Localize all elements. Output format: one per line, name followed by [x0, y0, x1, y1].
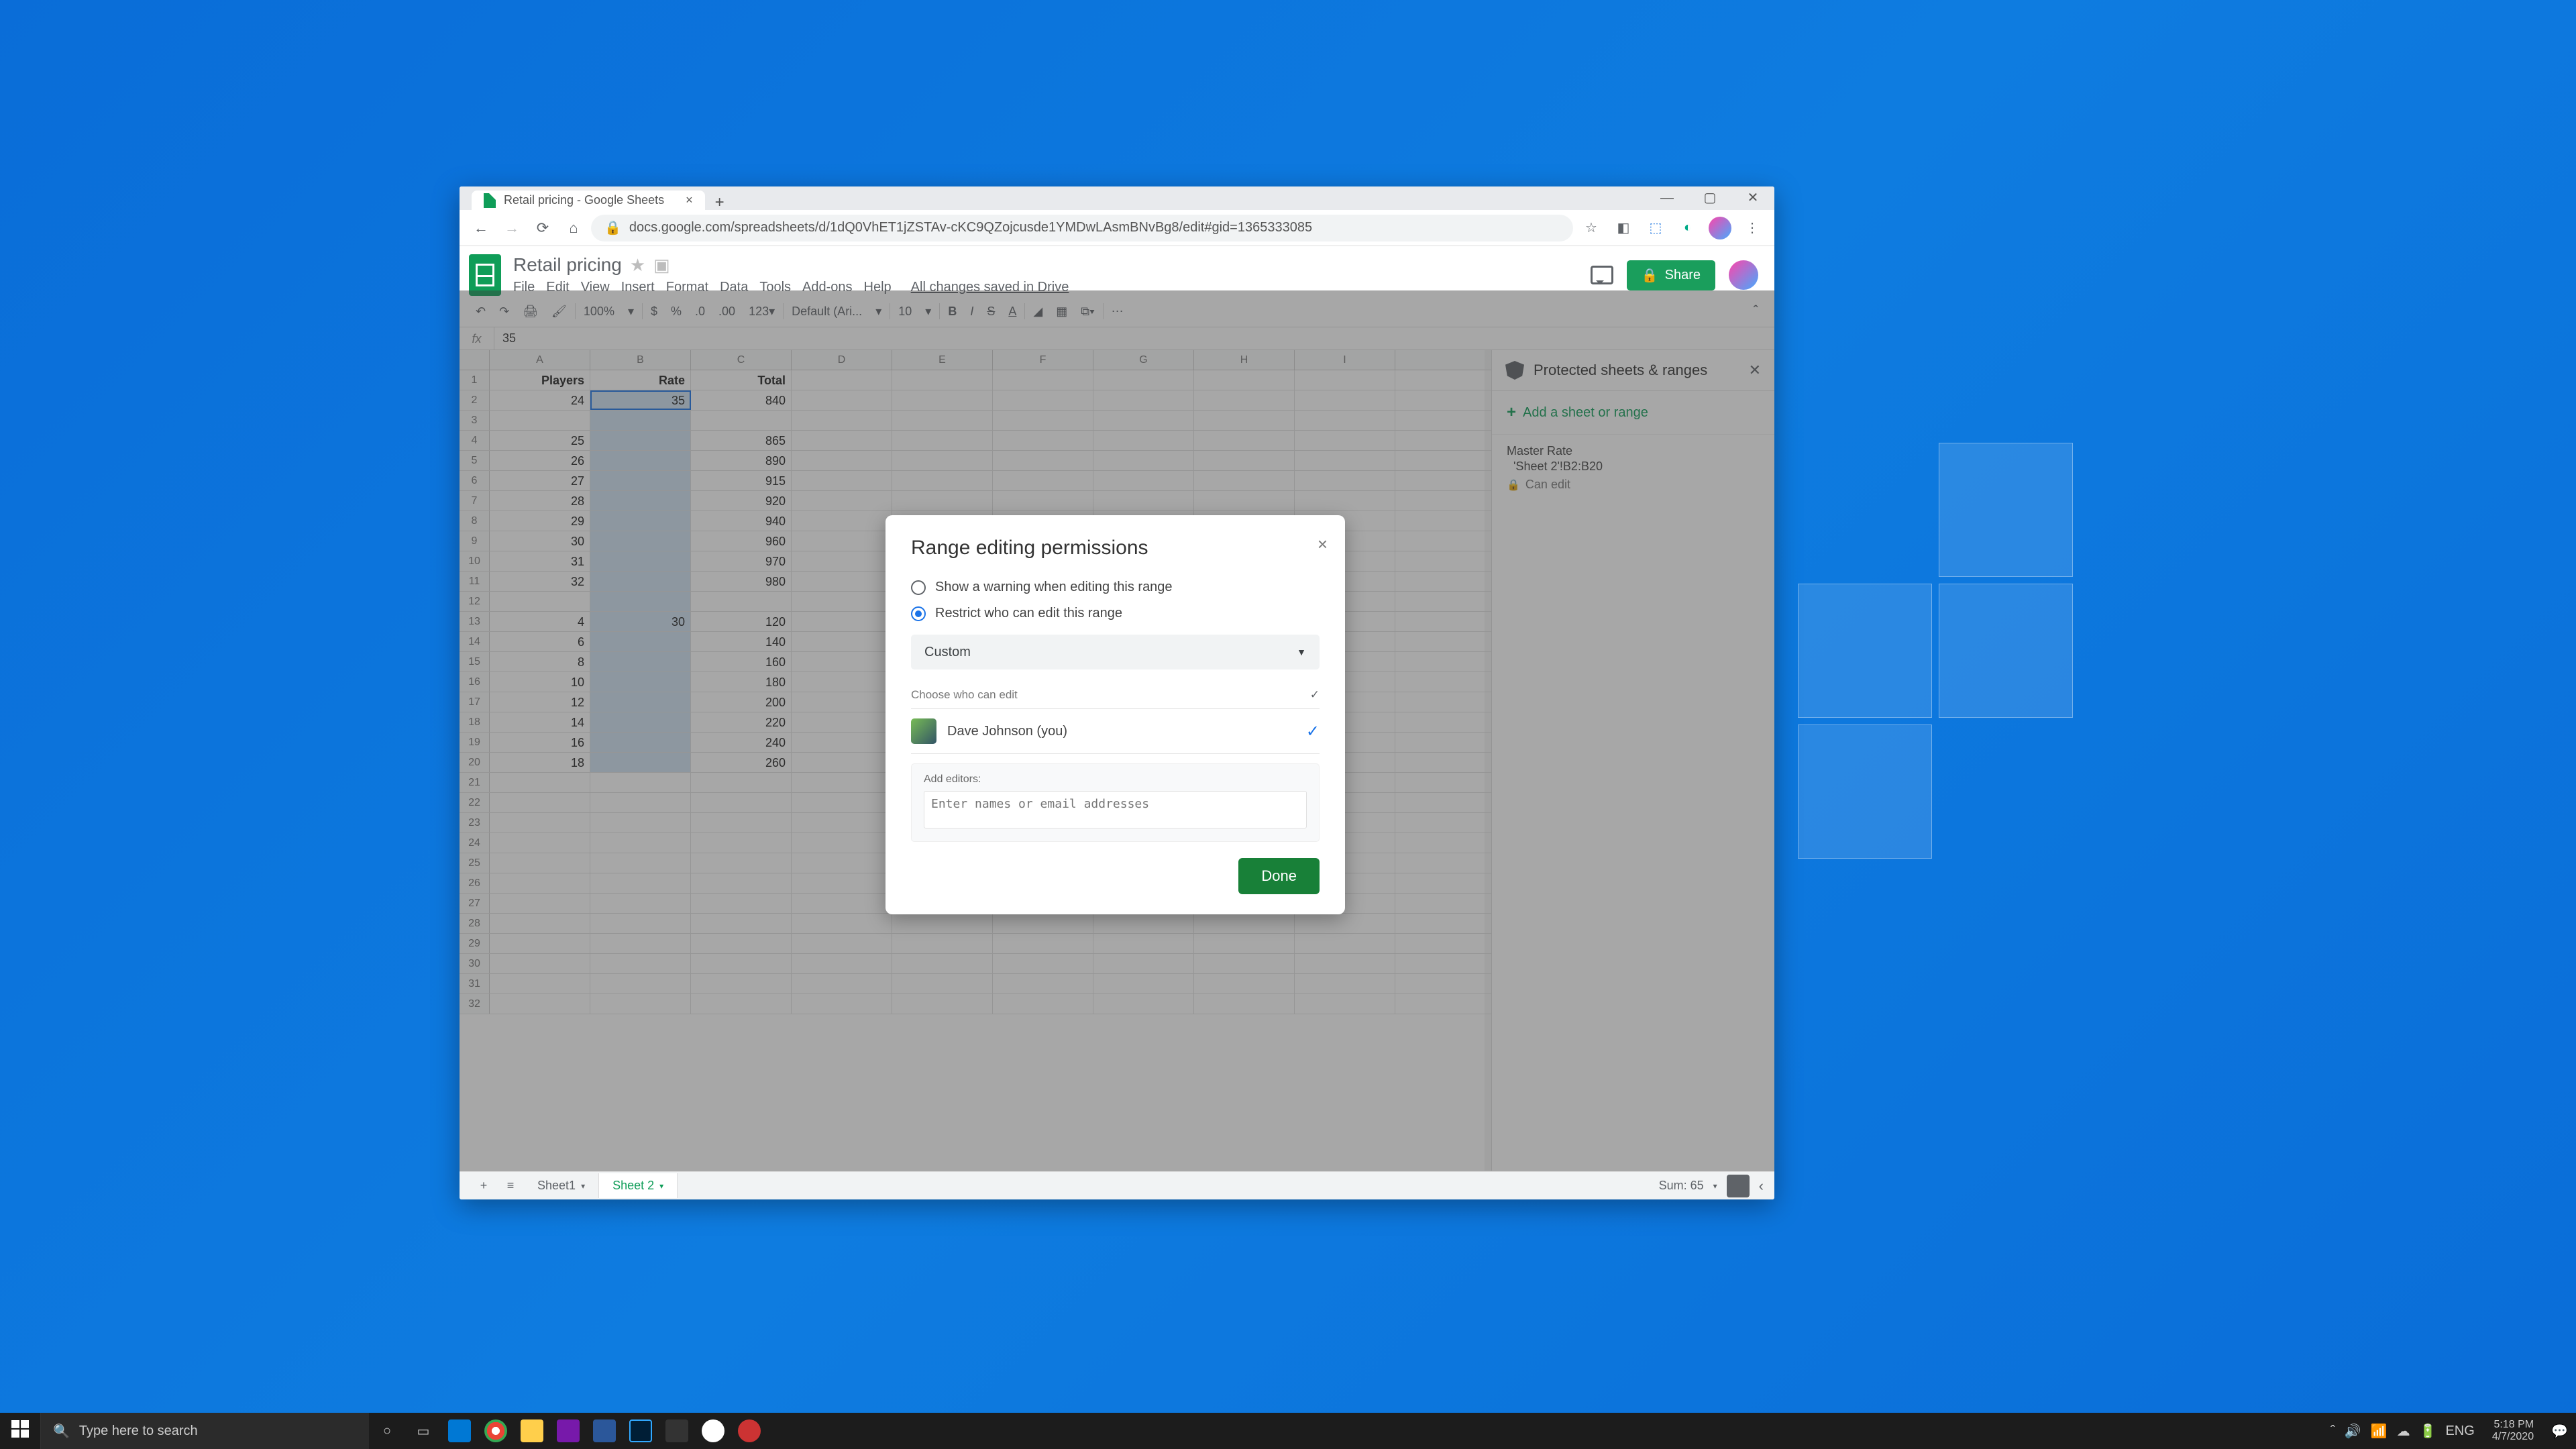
restriction-dropdown[interactable]: Custom ▼ [911, 635, 1320, 669]
person-avatar [911, 718, 936, 744]
tray-cloud-icon[interactable]: ☁ [2397, 1423, 2410, 1440]
window-controls: — ▢ ✕ [1646, 186, 1774, 210]
sheets-header: Retail pricing ★ ▣ FileEditViewInsertFor… [460, 246, 1774, 296]
taskbar-app-outlook[interactable] [441, 1413, 478, 1449]
explore-button[interactable] [1727, 1175, 1750, 1197]
chrome-menu-button[interactable]: ⋮ [1741, 217, 1764, 239]
sheet-tab-2[interactable]: Sheet 2▾ [599, 1173, 678, 1198]
taskbar-app[interactable] [695, 1413, 731, 1449]
editor-entry[interactable]: Dave Johnson (you) ✓ [911, 709, 1320, 754]
dropdown-value: Custom [924, 645, 971, 660]
window-minimize-button[interactable]: — [1646, 186, 1688, 210]
cortana-button[interactable]: ○ [369, 1413, 405, 1449]
taskbar-clock[interactable]: 5:18 PM 4/7/2020 [2484, 1419, 2542, 1443]
taskbar-app-explorer[interactable] [514, 1413, 550, 1449]
sum-indicator[interactable]: Sum: 65 [1659, 1179, 1704, 1193]
clock-time: 5:18 PM [2492, 1419, 2534, 1431]
share-label: Share [1665, 268, 1701, 283]
lock-icon: 🔒 [1642, 267, 1658, 284]
dialog-close-button[interactable]: × [1318, 534, 1328, 555]
comments-icon[interactable] [1591, 266, 1613, 284]
tray-ime-icon[interactable]: ENG [2445, 1424, 2474, 1439]
check-icon: ✓ [1310, 688, 1320, 702]
chrome-window: Retail pricing - Google Sheets × + — ▢ ✕… [460, 186, 1774, 1199]
add-sheet-button[interactable]: + [470, 1179, 497, 1193]
taskbar-app-word[interactable] [586, 1413, 623, 1449]
radio-label: Show a warning when editing this range [935, 580, 1173, 595]
add-editors-input[interactable] [924, 791, 1307, 828]
nav-forward-button[interactable]: → [498, 215, 525, 241]
address-bar[interactable]: 🔒 docs.google.com/spreadsheets/d/1dQ0VhE… [591, 215, 1573, 241]
done-button[interactable]: Done [1238, 858, 1320, 894]
move-icon[interactable]: ▣ [653, 255, 670, 276]
new-tab-button[interactable]: + [715, 193, 724, 210]
search-placeholder: Type here to search [79, 1424, 198, 1439]
radio-icon [911, 606, 926, 621]
add-editors-box: Add editors: [911, 763, 1320, 842]
notifications-button[interactable]: 💬 [2551, 1423, 2568, 1440]
chevron-down-icon: ▼ [1297, 647, 1306, 657]
extension-icon[interactable]: ⬚ [1644, 217, 1667, 239]
windows-logo [1798, 443, 2080, 724]
start-button[interactable] [0, 1420, 40, 1442]
task-view-button[interactable]: ▭ [405, 1413, 441, 1449]
extension-icon[interactable]: ◐ [1676, 217, 1699, 239]
radio-label: Restrict who can edit this range [935, 606, 1122, 621]
sheet-tabs-bar: + ≡ Sheet1▾ Sheet 2▾ Sum: 65▾ ‹ [460, 1171, 1774, 1199]
nav-reload-button[interactable]: ⟳ [529, 215, 556, 241]
side-panel-toggle[interactable]: ‹ [1759, 1177, 1764, 1195]
check-icon: ✓ [1306, 722, 1320, 741]
nav-back-button[interactable]: ← [468, 215, 494, 241]
taskbar-search[interactable]: 🔍 Type here to search [40, 1413, 369, 1449]
tab-title: Retail pricing - Google Sheets [504, 193, 664, 207]
dialog-title: Range editing permissions [911, 537, 1320, 559]
choose-editors-label: Choose who can edit [911, 688, 1018, 702]
search-icon: 🔍 [53, 1423, 70, 1440]
taskbar-app-photoshop[interactable] [623, 1413, 659, 1449]
window-maximize-button[interactable]: ▢ [1688, 186, 1731, 210]
nav-home-button[interactable]: ⌂ [560, 215, 587, 241]
tray-chevron-icon[interactable]: ˆ [2330, 1424, 2335, 1439]
add-editors-label: Add editors: [924, 773, 1307, 786]
clock-date: 4/7/2020 [2492, 1431, 2534, 1443]
taskbar-app-chrome[interactable] [478, 1413, 514, 1449]
sheets-favicon-icon [484, 193, 496, 208]
system-tray[interactable]: ˆ 🔊 📶 ☁ 🔋 ENG 5:18 PM 4/7/2020 💬 [2322, 1419, 2576, 1443]
tray-battery-icon[interactable]: 🔋 [2420, 1423, 2436, 1440]
tray-volume-icon[interactable]: 🔊 [2345, 1423, 2361, 1440]
windows-taskbar: 🔍 Type here to search ○ ▭ ˆ 🔊 📶 ☁ 🔋 ENG … [0, 1413, 2576, 1449]
all-sheets-button[interactable]: ≡ [497, 1179, 524, 1193]
sheets-logo-icon[interactable] [469, 254, 501, 296]
range-permissions-dialog: Range editing permissions × Show a warni… [885, 515, 1345, 914]
taskbar-app[interactable] [659, 1413, 695, 1449]
url-text: docs.google.com/spreadsheets/d/1dQ0VhET1… [629, 220, 1312, 235]
extension-icon[interactable]: ◧ [1612, 217, 1635, 239]
bookmark-star-icon[interactable]: ☆ [1580, 217, 1603, 239]
radio-show-warning[interactable]: Show a warning when editing this range [911, 574, 1320, 600]
star-icon[interactable]: ★ [630, 255, 645, 276]
browser-tab[interactable]: Retail pricing - Google Sheets × [472, 191, 705, 210]
tab-close-icon[interactable]: × [686, 193, 693, 207]
person-name: Dave Johnson (you) [947, 724, 1067, 739]
taskbar-app-onenote[interactable] [550, 1413, 586, 1449]
share-button[interactable]: 🔒 Share [1627, 260, 1715, 290]
profile-avatar[interactable] [1709, 217, 1731, 239]
chrome-toolbar: ← → ⟳ ⌂ 🔒 docs.google.com/spreadsheets/d… [460, 210, 1774, 246]
chrome-tabstrip: Retail pricing - Google Sheets × + — ▢ ✕ [460, 186, 1774, 210]
radio-icon [911, 580, 926, 595]
sheet-tab-1[interactable]: Sheet1▾ [524, 1173, 599, 1198]
account-avatar[interactable] [1729, 260, 1758, 290]
window-close-button[interactable]: ✕ [1731, 186, 1774, 210]
lock-icon: 🔒 [604, 219, 621, 236]
tray-network-icon[interactable]: 📶 [2371, 1423, 2387, 1440]
radio-restrict[interactable]: Restrict who can edit this range [911, 600, 1320, 627]
taskbar-app[interactable] [731, 1413, 767, 1449]
document-title[interactable]: Retail pricing [513, 254, 622, 276]
